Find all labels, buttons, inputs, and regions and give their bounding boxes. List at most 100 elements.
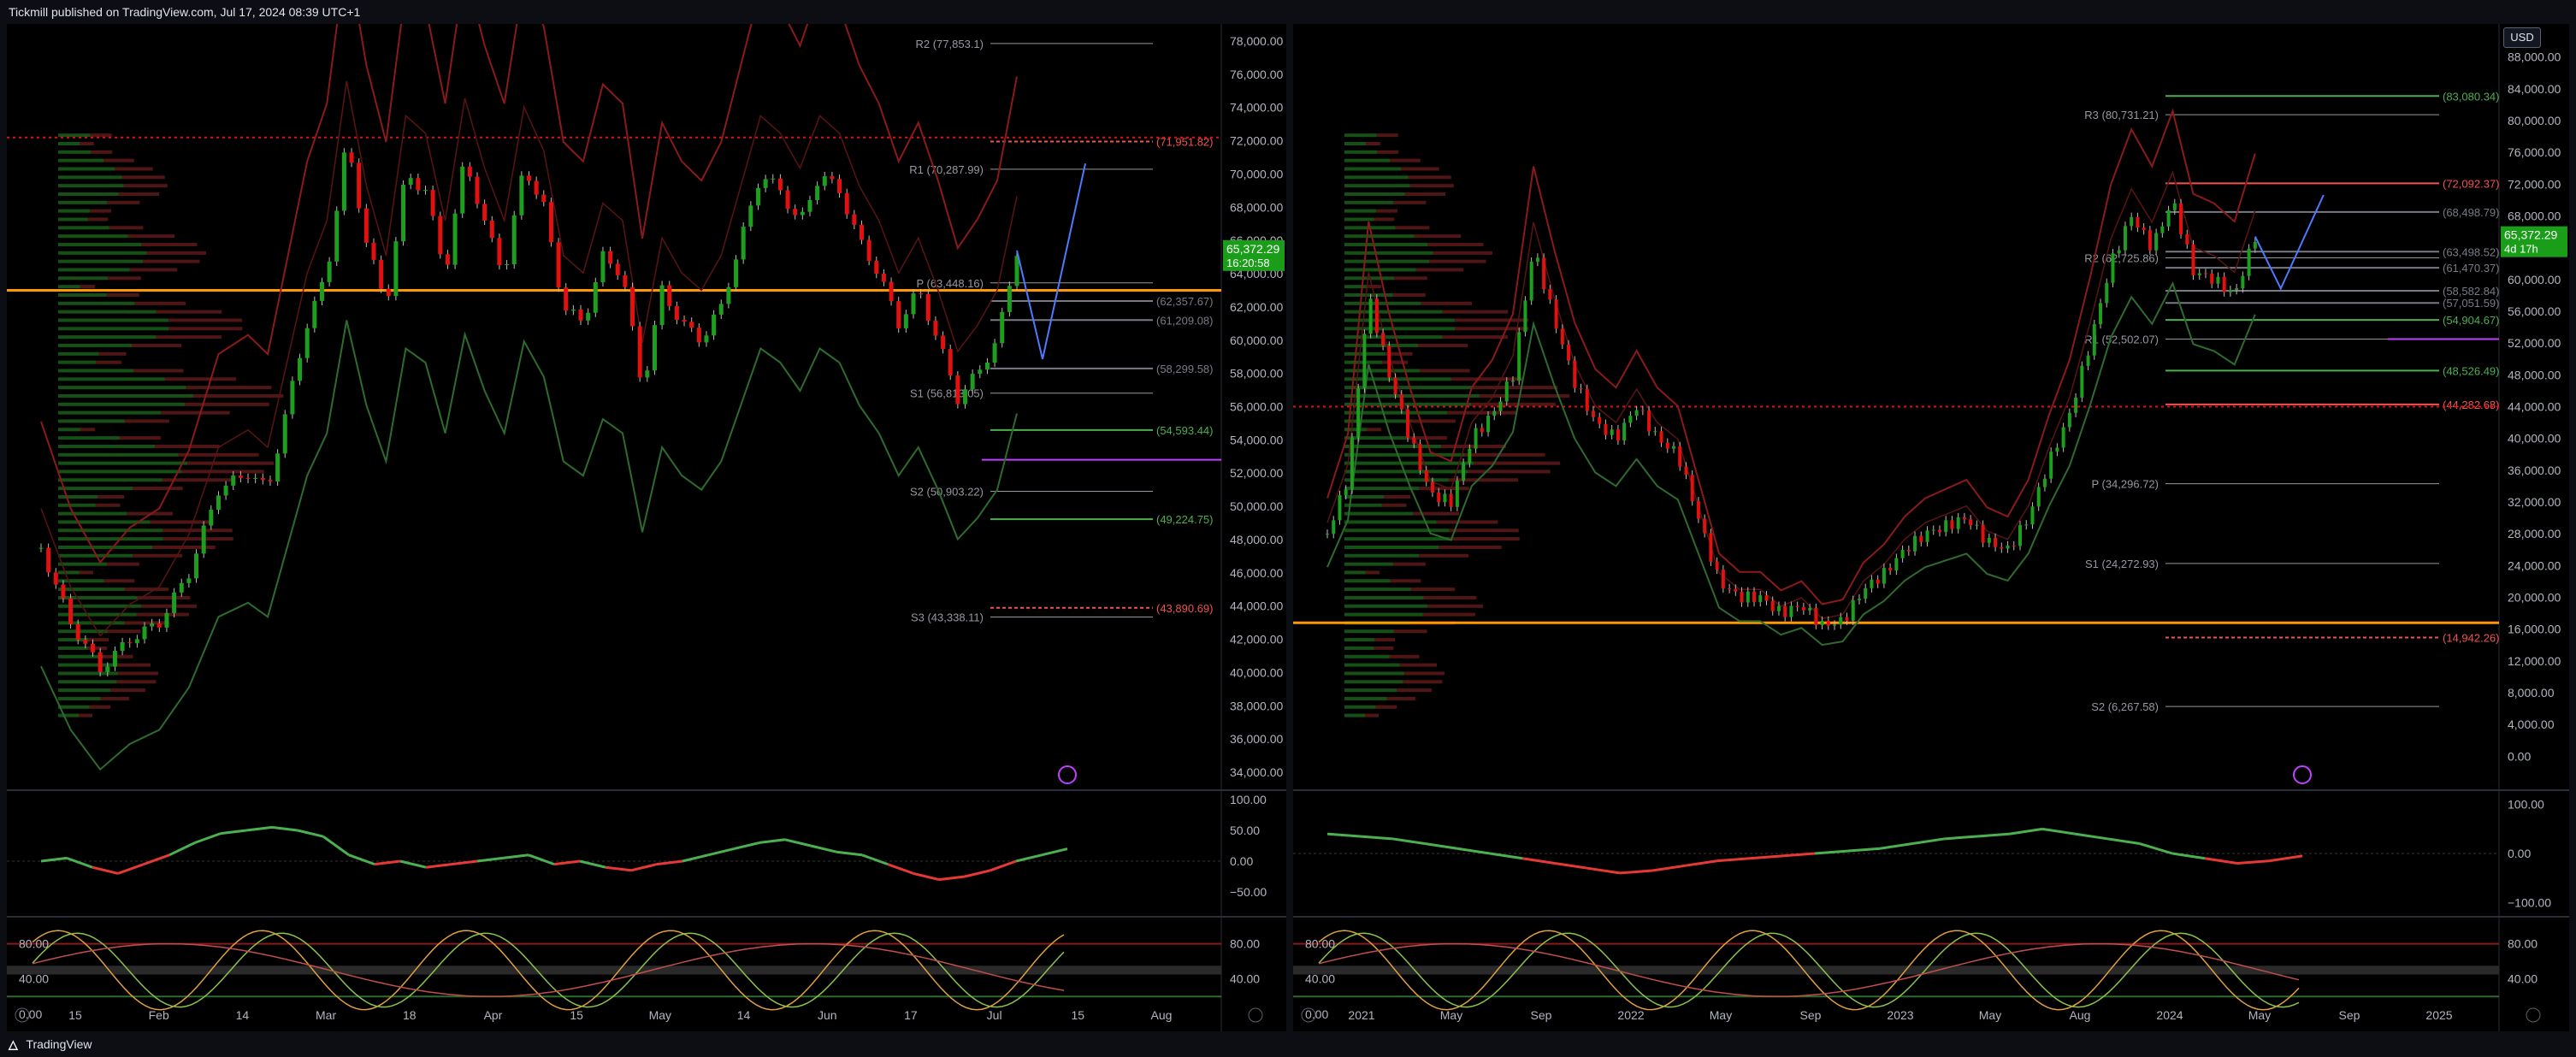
volume-profile-bar (1344, 133, 1377, 138)
volume-profile-bar (1344, 461, 1474, 465)
volume-profile-bar (1395, 226, 1430, 230)
rsi-segment (143, 853, 170, 866)
candle-body (1913, 535, 1917, 552)
rsi-segment (66, 856, 93, 869)
rsi-segment (1359, 835, 1393, 841)
left-chart-svg[interactable]: R2 (77,853.1)(71,951.82)R1 (70,287.99)P … (7, 24, 1286, 1031)
pivot-level-label: (61,470.37) (2443, 262, 2500, 275)
volume-profile-bar (1449, 528, 1519, 533)
candle-body (2036, 487, 2041, 507)
volume-profile-bar (79, 713, 92, 717)
rsi-segment (2171, 852, 2206, 860)
candle-body (637, 326, 642, 378)
volume-profile-bar (80, 141, 94, 145)
candle-body (438, 216, 443, 255)
rsi-segment (528, 853, 555, 866)
volume-profile-bar (58, 360, 97, 364)
candle-body (2067, 412, 2071, 428)
price-tick-label: 52,000.00 (2508, 336, 2561, 350)
right-chart-svg[interactable]: (83,080.34) R3 (80,731.21) (72,092.37) (68,… (1293, 24, 2569, 1031)
volume-profile-bar (1344, 629, 1394, 634)
candle-body (1338, 494, 1342, 521)
volume-profile-bar (58, 175, 122, 180)
volume-profile-bar (1344, 452, 1465, 457)
candle-body (586, 312, 591, 321)
candle-body (1696, 501, 1700, 519)
volume-profile-bar (1344, 469, 1468, 474)
candle-body (194, 553, 199, 579)
time-tick-label: 2023 (1887, 1008, 1913, 1022)
price-tick-label: 52,000.00 (1230, 466, 1283, 480)
candle-body (1919, 535, 1923, 542)
candle-body (2117, 250, 2121, 254)
candle-body (963, 389, 968, 404)
candle-body (2142, 227, 2146, 231)
pivot-level-label: (43,890.69) (1156, 602, 1214, 615)
price-tick-label: 24,000.00 (2508, 558, 2561, 572)
volume-profile-bar (58, 167, 115, 171)
volume-profile-bar (1390, 158, 1421, 162)
volume-profile-bar (58, 680, 117, 684)
volume-profile-bar (1447, 410, 1516, 415)
candle-body (334, 210, 340, 262)
stoch-tick-label: 40.00 (2508, 972, 2538, 986)
pivot-level-label: (14,942.26) (2443, 632, 2500, 645)
candle-body (919, 293, 924, 295)
volume-profile-bar (58, 377, 165, 381)
price-tick-label: 78,000.00 (1230, 34, 1283, 48)
price-tick-label: 56,000.00 (1230, 400, 1283, 414)
lightning-icon (1058, 765, 1077, 784)
volume-profile-bar (127, 234, 175, 239)
right-chart-panel[interactable]: (83,080.34) R3 (80,731.21) (72,092.37) (68,… (1293, 24, 2569, 1031)
candle-body (2179, 203, 2183, 234)
volume-profile-bar (58, 487, 133, 491)
candle-body (1381, 333, 1385, 346)
time-tick-label: 14 (236, 1008, 250, 1022)
candle-body (1579, 387, 1583, 389)
price-tick-label: 36,000.00 (1230, 732, 1283, 746)
candle-body (1839, 617, 1843, 625)
price-tick-label: 0.00 (2508, 749, 2531, 763)
pivot-level-label: (63,498.52) (2443, 245, 2500, 258)
candle-body (91, 643, 96, 653)
rsi-segment (1586, 866, 1621, 875)
time-tick-label: May (2248, 1008, 2271, 1022)
candle-body (75, 623, 80, 641)
candle-body (807, 199, 812, 212)
currency-selector[interactable]: USD (2503, 27, 2541, 48)
volume-profile-bar (1344, 595, 1424, 599)
candle-body (1486, 416, 1491, 433)
volume-profile-bar (1464, 452, 1545, 457)
price-tick-label: 48,000.00 (1230, 533, 1283, 546)
candle-body (416, 178, 421, 191)
candle-body (253, 477, 258, 479)
rsi-segment (887, 863, 914, 875)
candle-body (1399, 394, 1403, 410)
candle-body (2136, 216, 2140, 228)
volume-profile-bar (1392, 562, 1426, 566)
candle-body (1925, 530, 1929, 542)
candle-body (2154, 233, 2159, 251)
candle-body (341, 152, 346, 211)
price-tick-label: 32,000.00 (2508, 495, 2561, 509)
volume-profile-bar (1344, 158, 1391, 162)
published-header: Tickmill published on TradingView.com, J… (0, 0, 2576, 24)
volume-profile-bar (1436, 520, 1498, 524)
left-chart-panel[interactable]: R2 (77,853.1) (71,951.82) R1 (70,287.99) P … (7, 24, 1286, 1031)
candle-body (718, 304, 724, 315)
candle-body (1000, 311, 1005, 344)
candle-body (2130, 216, 2134, 227)
volume-profile-bar (1419, 369, 1470, 373)
volume-profile-bar (1344, 335, 1443, 340)
pivot-level-label: (61,209.08) (1156, 314, 1214, 327)
price-tick-label: 70,000.00 (1230, 167, 1283, 180)
time-tick-label: Sep (1800, 1008, 1822, 1022)
rsi-segment (913, 871, 940, 882)
candle-body (1845, 617, 1849, 621)
rsi-segment (1911, 837, 1946, 846)
candle-body (984, 362, 990, 370)
candle-body (1548, 289, 1552, 300)
volume-profile-bar (1344, 646, 1374, 650)
candle-body (2123, 226, 2127, 251)
volume-profile-bar (89, 705, 111, 709)
